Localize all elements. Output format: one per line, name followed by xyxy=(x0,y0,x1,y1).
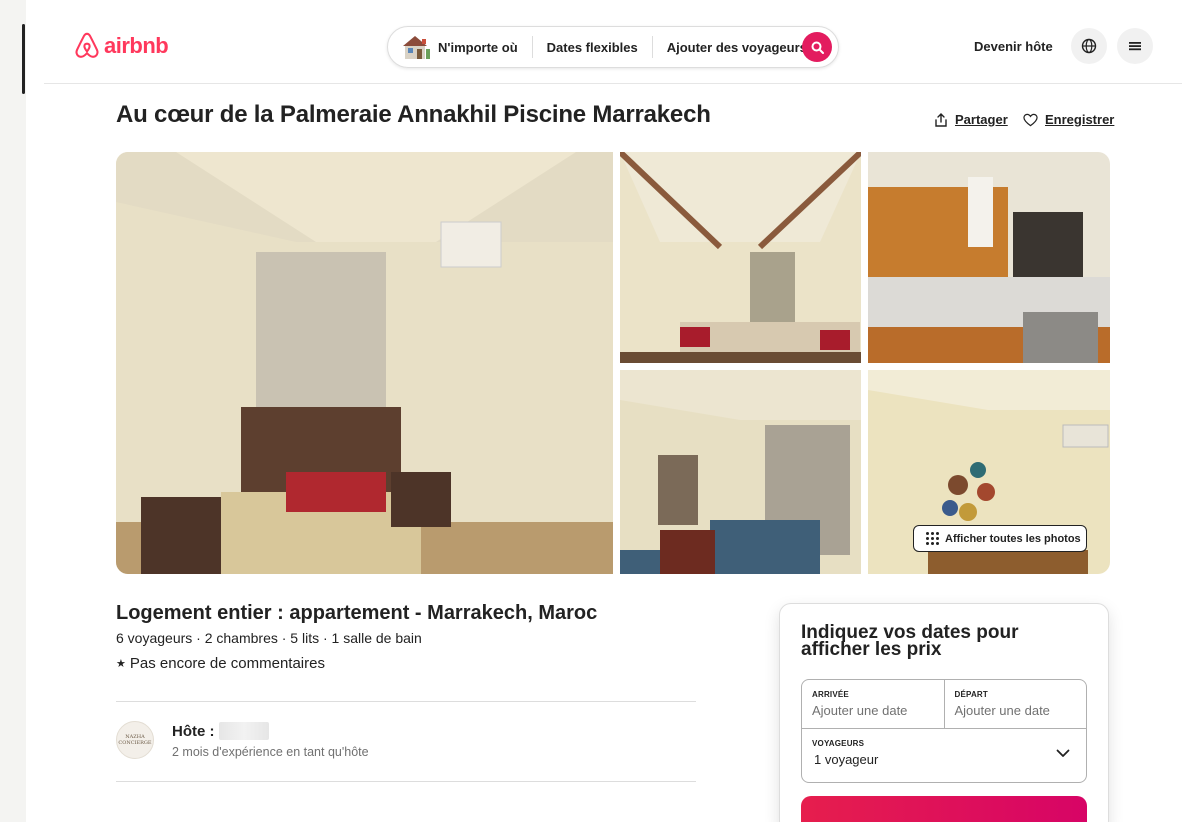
guests-value: 1 voyageur xyxy=(814,752,879,767)
search-dates[interactable]: Dates flexibles xyxy=(533,40,652,55)
divider xyxy=(116,701,696,702)
share-icon xyxy=(935,112,947,127)
search-bar[interactable]: N'importe où Dates flexibles Ajouter des… xyxy=(387,26,839,68)
airbnb-logo[interactable]: airbnb xyxy=(72,30,169,62)
listing-specs: 6 voyageurs · 2 chambres · 5 lits · 1 sa… xyxy=(116,630,422,646)
save-label: Enregistrer xyxy=(1045,112,1115,127)
photo-bedroom-main[interactable] xyxy=(116,152,613,574)
share-button[interactable]: Partager xyxy=(934,112,1008,127)
photo-living-room[interactable] xyxy=(620,152,861,363)
language-button[interactable] xyxy=(1071,28,1107,64)
chevron-down-icon xyxy=(1056,749,1070,757)
reviews-text: Pas encore de commentaires xyxy=(129,655,325,672)
checkin-field[interactable]: ARRIVÉE Ajouter une date xyxy=(802,680,944,728)
host-avatar-text: CONCIERGE xyxy=(118,740,152,746)
second-bedroom-photo xyxy=(620,370,861,574)
grid-dots-icon xyxy=(926,532,939,545)
search-guests[interactable]: Ajouter des voyageurs xyxy=(653,40,821,55)
brand-name: airbnb xyxy=(104,33,169,58)
search-icon xyxy=(811,41,824,54)
house-icon xyxy=(403,36,430,59)
become-host-link[interactable]: Devenir hôte xyxy=(974,39,1053,54)
host-avatar[interactable]: NAZHA CONCIERGE xyxy=(116,721,154,759)
share-label: Partager xyxy=(955,112,1008,127)
globe-icon xyxy=(1081,38,1097,54)
photo-bedroom-2[interactable] xyxy=(620,370,861,574)
checkin-value: Ajouter une date xyxy=(812,703,908,718)
hamburger-menu-icon xyxy=(1129,42,1141,51)
reviews-summary: ★ Pas encore de commentaires xyxy=(116,655,325,672)
search-anywhere[interactable]: N'importe où xyxy=(432,40,532,55)
checkout-label: DÉPART xyxy=(954,690,988,699)
redacted-host-name xyxy=(218,722,269,740)
checkout-value: Ajouter une date xyxy=(954,703,1050,718)
living-room-photo xyxy=(620,152,861,363)
show-all-photos-button[interactable]: Afficher toutes les photos xyxy=(913,525,1087,552)
guests-field[interactable]: VOYAGEURS 1 voyageur xyxy=(802,729,1086,783)
save-button[interactable]: Enregistrer xyxy=(1023,112,1114,127)
booking-card: Indiquez vos dates pour afficher les pri… xyxy=(779,603,1109,822)
date-row: ARRIVÉE Ajouter une date DÉPART Ajouter … xyxy=(802,680,1086,729)
booking-title: Indiquez vos dates pour afficher les pri… xyxy=(801,622,1019,660)
host-experience: 2 mois d'expérience en tant qu'hôte xyxy=(172,745,369,759)
guests-label: VOYAGEURS xyxy=(812,739,865,748)
bedroom-photo xyxy=(116,152,613,574)
host-name: Hôte : xyxy=(172,722,269,740)
divider xyxy=(116,781,696,782)
heart-icon xyxy=(1023,113,1038,126)
photo-kitchen[interactable] xyxy=(868,152,1110,363)
check-availability-button[interactable] xyxy=(801,796,1087,822)
search-button[interactable] xyxy=(802,32,832,62)
menu-button[interactable] xyxy=(1117,28,1153,64)
listing-title: Au cœur de la Palmeraie Annakhil Piscine… xyxy=(116,101,711,128)
kitchen-photo xyxy=(868,152,1110,363)
checkin-label: ARRIVÉE xyxy=(812,690,849,699)
scroll-indicator[interactable] xyxy=(22,24,25,94)
date-guest-picker[interactable]: ARRIVÉE Ajouter une date DÉPART Ajouter … xyxy=(801,679,1087,783)
star-icon: ★ xyxy=(116,658,126,670)
top-header: airbnb N'importe où Dates flexibles Ajou… xyxy=(44,0,1182,84)
show-all-photos-label: Afficher toutes les photos xyxy=(945,532,1081,545)
listing-type: Logement entier : appartement - Marrakec… xyxy=(116,602,598,624)
checkout-field[interactable]: DÉPART Ajouter une date xyxy=(943,680,1087,728)
airbnb-logo-icon xyxy=(75,32,99,58)
left-gutter xyxy=(0,0,26,822)
host-label: Hôte : xyxy=(172,722,215,740)
